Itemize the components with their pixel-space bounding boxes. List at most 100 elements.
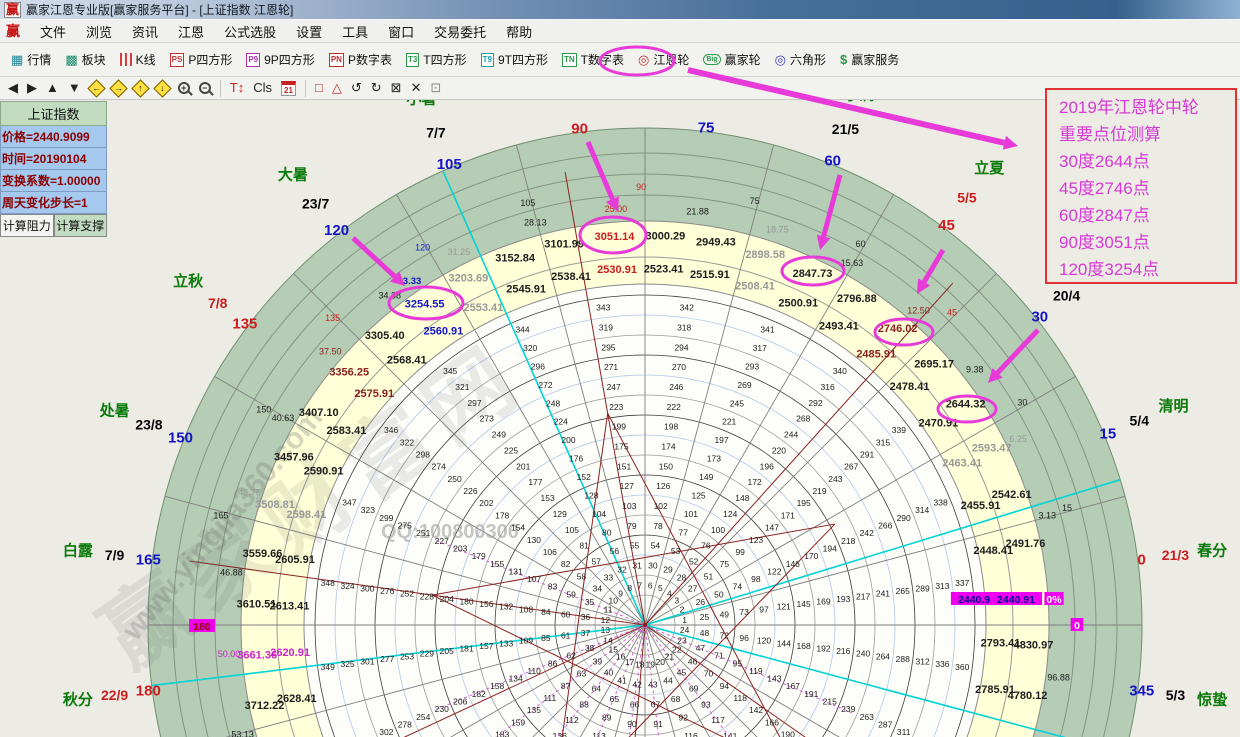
solar-term-label: 小满 bbox=[844, 100, 874, 104]
rim-date-label: 21/3 bbox=[1162, 547, 1189, 563]
outer-price-label: 3305.40 bbox=[365, 330, 405, 342]
tool-T四方形[interactable]: T3T四方形 bbox=[401, 48, 472, 71]
screen-tool-icon[interactable]: ⊡ bbox=[430, 80, 441, 96]
outer-price-label: 3000.29 bbox=[645, 231, 685, 243]
spiral-number: 75 bbox=[720, 559, 730, 569]
spiral-number: 64 bbox=[592, 683, 602, 693]
title-bar[interactable]: 赢 赢家江恩专业版[赢家服务平台] - [上证指数 江恩轮] bbox=[0, 0, 1240, 20]
nav-right-icon[interactable]: ▶ bbox=[27, 80, 37, 96]
nav-down-icon[interactable]: ▼ bbox=[68, 80, 81, 96]
spiral-number: 338 bbox=[934, 498, 948, 508]
spiral-number: 149 bbox=[699, 472, 713, 482]
rim-degree-label: 345 bbox=[1129, 682, 1154, 699]
select-box-icon[interactable]: ⊠ bbox=[391, 80, 402, 96]
spiral-number: 13 bbox=[601, 625, 611, 635]
pan-left-icon[interactable]: ← bbox=[87, 79, 105, 97]
tool-赢家服务[interactable]: $赢家服务 bbox=[835, 48, 904, 71]
menu-item-7[interactable]: 工具 bbox=[332, 20, 378, 43]
spiral-number: 269 bbox=[737, 380, 751, 390]
spiral-number: 218 bbox=[841, 536, 855, 546]
cls-icon[interactable]: Cls bbox=[253, 80, 272, 96]
calc-resistance-button[interactable]: 计算阻力 bbox=[0, 214, 54, 237]
spiral-number: 86 bbox=[548, 658, 558, 668]
calc-support-button[interactable]: 计算支撑 bbox=[54, 214, 108, 237]
spiral-number: 88 bbox=[579, 699, 589, 709]
tool-赢家轮[interactable]: Big赢家轮 bbox=[698, 48, 765, 71]
spiral-number: 194 bbox=[823, 543, 837, 553]
tool-六角形[interactable]: ◎六角形 bbox=[770, 48, 831, 71]
spiral-number: 45 bbox=[677, 668, 687, 678]
price-axis-icon[interactable]: T↕ bbox=[230, 80, 244, 96]
menu-item-10[interactable]: 帮助 bbox=[496, 20, 542, 43]
spiral-number: 192 bbox=[816, 643, 830, 653]
rim-date-label: 7/9 bbox=[105, 547, 125, 563]
spiral-number: 129 bbox=[553, 509, 567, 519]
zoom-in-icon[interactable]: + bbox=[178, 82, 190, 94]
menu-item-8[interactable]: 窗口 bbox=[378, 20, 424, 43]
tool-9P四方形[interactable]: P99P四方形 bbox=[241, 48, 319, 71]
tool-P四方形[interactable]: PSP四方形 bbox=[165, 48, 238, 71]
spiral-number: 2 bbox=[680, 605, 685, 615]
menu-item-9[interactable]: 交易委托 bbox=[424, 20, 496, 43]
menu-item-3[interactable]: 资讯 bbox=[122, 20, 168, 43]
pan-down-icon[interactable]: ↓ bbox=[153, 79, 171, 97]
pan-up-icon[interactable]: ↑ bbox=[131, 79, 149, 97]
outer-price-label: 3457.96 bbox=[274, 452, 314, 464]
spiral-number: 301 bbox=[360, 657, 374, 667]
tool-P数字表[interactable]: PNP数字表 bbox=[324, 48, 397, 71]
spiral-number: 37 bbox=[581, 628, 591, 638]
nav-up-icon[interactable]: ▲ bbox=[46, 80, 59, 96]
zoom-out-icon[interactable]: − bbox=[199, 82, 211, 94]
menu-item-1[interactable]: 文件 bbox=[30, 20, 76, 43]
spiral-number: 275 bbox=[398, 521, 412, 531]
cross-tool-icon[interactable]: ✕ bbox=[411, 80, 422, 96]
tool-板块[interactable]: ▩板块 bbox=[60, 48, 110, 71]
spiral-number: 298 bbox=[416, 450, 430, 460]
tool-行情[interactable]: ▦行情 bbox=[6, 48, 56, 71]
spiral-number: 223 bbox=[609, 402, 623, 412]
spiral-number: 127 bbox=[620, 481, 634, 491]
spiral-number: 40 bbox=[604, 668, 614, 678]
tool-K线[interactable]: K线 bbox=[115, 48, 161, 71]
spiral-number: 191 bbox=[804, 689, 818, 699]
tool-江恩轮[interactable]: ◎江恩轮 bbox=[633, 48, 694, 71]
menu-item-6[interactable]: 设置 bbox=[286, 20, 332, 43]
inner-price-label: 2500.91 bbox=[778, 298, 818, 310]
rotate-ccw-icon[interactable]: ↺ bbox=[351, 80, 362, 96]
tool-T数字表[interactable]: TNT数字表 bbox=[557, 48, 629, 71]
inner-price-label: 2605.91 bbox=[275, 554, 315, 566]
spiral-number: 342 bbox=[680, 303, 694, 313]
spiral-number: 134 bbox=[509, 674, 523, 684]
spiral-number: 105 bbox=[565, 525, 579, 535]
spiral-number: 82 bbox=[561, 559, 571, 569]
spiral-number: 65 bbox=[610, 694, 620, 704]
pan-right-icon[interactable]: → bbox=[109, 79, 127, 97]
rim-date-label: 5/3 bbox=[1166, 687, 1186, 703]
spiral-number: 314 bbox=[915, 505, 929, 515]
spiral-number: 287 bbox=[878, 719, 892, 729]
inner-price-label: 2568.41 bbox=[387, 354, 427, 366]
percent-label: 31.25 bbox=[448, 247, 471, 257]
inner-price-label: 2455.91 bbox=[961, 500, 1001, 512]
spiral-number: 289 bbox=[916, 583, 930, 593]
spiral-number: 30 bbox=[648, 561, 658, 571]
menu-item-4[interactable]: 江恩 bbox=[168, 20, 214, 43]
spiral-number: 205 bbox=[440, 646, 454, 656]
spiral-number: 202 bbox=[479, 498, 493, 508]
tool-9T四方形[interactable]: T99T四方形 bbox=[476, 48, 553, 71]
menu-item-2[interactable]: 浏览 bbox=[76, 20, 122, 43]
spiral-number: 103 bbox=[622, 501, 636, 511]
nav-left-icon[interactable]: ◀ bbox=[8, 80, 18, 96]
spiral-number: 313 bbox=[935, 581, 949, 591]
rotate-cw-icon[interactable]: ↻ bbox=[371, 80, 382, 96]
spiral-number: 11 bbox=[604, 605, 613, 615]
spiral-number: 99 bbox=[735, 547, 745, 557]
spiral-number: 59 bbox=[566, 589, 576, 599]
draw-square-icon[interactable]: □ bbox=[315, 80, 323, 96]
spiral-number: 43 bbox=[648, 679, 658, 689]
spiral-number: 336 bbox=[935, 659, 949, 669]
menu-item-5[interactable]: 公式选股 bbox=[214, 20, 286, 43]
spiral-number: 166 bbox=[765, 717, 779, 727]
draw-triangle-icon[interactable]: △ bbox=[332, 80, 342, 96]
calendar-icon[interactable]: 21 bbox=[281, 81, 296, 96]
